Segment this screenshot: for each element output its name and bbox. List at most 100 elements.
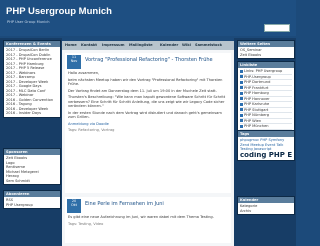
event-link[interactable]: 2016 - Insider Days [6,111,58,116]
link-icon [240,91,243,95]
links-box: Linkliste Links: PHP Usergroup PHP-Usergr… [237,61,295,137]
event-link-label: 2016 - Insider Days [6,111,42,115]
link-icon [240,108,243,111]
links-list: Links: PHP Usergroup PHP-Usergroup PHP Dor… [238,68,294,136]
link-icon [240,97,243,100]
event-link-label: 2017 - Barcamp [6,75,35,79]
tag-link[interactable]: Javascript [254,147,272,151]
page-link[interactable]: Zeit Ebooks [240,53,292,58]
page-link-label: OS_Seminar [240,48,262,52]
sponsor-link-label: Zeit Ebooks [6,156,28,160]
events-box: Konferenzen & Events 2017 - DrupalCon Be… [3,40,61,118]
blogroll-link-label: PHP München [244,124,269,128]
blogroll-link-label: PHP Karlsruhe [244,102,270,106]
subscribe-link[interactable]: PHP Usergroup [6,203,58,208]
nav-home[interactable]: Home [65,43,77,47]
tag-link[interactable]: Talk [276,143,283,147]
blogroll-link-label: PHP Dortmund [244,80,271,84]
main-nav: Home Kontakt Impressum Mailingliste Kale… [62,41,234,50]
tag-link[interactable]: Symfony [268,138,284,142]
post-link[interactable]: Anmeldung via Doodle [68,122,228,127]
blogroll-link-label: PHP Wien [244,118,262,123]
sponsor-link-label: Logo [6,160,15,165]
tag-link[interactable]: Testing [240,147,254,151]
main-content: 11 Nov Vortrag "Professional Refactoring… [62,50,234,246]
nav-impressum[interactable]: Impressum [102,43,124,47]
link-icon [240,119,243,122]
sponsor-link[interactable]: Sem Schmidt [6,179,58,184]
post-title[interactable]: Eine Perle im Fernsehen im Juni [85,201,164,207]
subscribe-link-label: PHP Usergroup [6,202,33,207]
link-icon [240,113,243,117]
calendar-box: Kalender Kategorie Archiv [237,196,295,215]
blogroll-link-label: PHP Nürnberg [244,113,270,117]
event-link-label: 2017 - PHP 5 Release [6,66,45,70]
link-icon [240,102,243,106]
sponsors-list: Zeit Ebooks Logo Rentiseme Michael Metzgere… [4,155,60,184]
tag-link[interactable]: Meetup [250,143,265,147]
event-link-label: 2016 - Golden Convention [6,97,54,102]
blogroll-link-label: PHP Stuttgart [244,107,269,112]
event-link-label: 2016 - Developer Week [6,106,49,111]
events-list: 2017 - DrupalCon Berlin 2017 - DrupalCon … [4,47,60,117]
event-link-label: 2017 - Webinars [6,70,36,75]
event-link-label: 2016 - Tagung [6,102,32,106]
right-sidebar: Weitere Seiten OS_Seminar Zeit Ebooks Lin… [234,38,296,246]
search-input[interactable] [264,24,290,32]
left-sidebar: Konferenzen & Events 2017 - DrupalCon Be… [0,38,62,246]
post-body: Hallo zusammen, beim nächsten Meetup hab… [68,71,228,135]
tag-link[interactable]: phpugmuc [240,138,260,142]
nav-sammelstock[interactable]: Sammelstock [195,43,222,47]
nav-kontakt[interactable]: Kontakt [81,43,97,47]
tag-link[interactable]: Event [265,143,276,147]
calendar-link-label: Archiv [240,208,252,213]
blogroll-link-label: PHP Frankfurt [244,85,269,90]
page: PHP Usergroup Munich PHP User Group Muni… [0,0,296,246]
blogroll-link-label: PHP Hannover [244,96,270,101]
blogroll-link-label: PHP-Usergroup [244,74,271,79]
sponsor-link-label: Herzog [6,174,19,178]
tag-highlight[interactable]: coding PHP Event [240,152,292,159]
post-date: 20 Okt [67,199,81,213]
blogroll-link-label: Links: PHP Usergroup [244,69,283,73]
calendar-link-label: Kategorie [240,204,258,208]
post-1: 11 Nov Vortrag "Professional Refactoring… [65,53,231,193]
subscribe-box: Abonnieren RSS PHP Usergroup [3,190,61,209]
tags-box: Tags phpugmuc PHP Symfony Zend Meetup Ev… [237,130,295,161]
nav-wiki[interactable]: Wiki [182,43,191,47]
post-date: 11 Nov [67,55,81,69]
event-link-label: 2017 - MLC Data Conf [6,88,46,93]
pages-box: Weitere Seiten OS_Seminar Zeit Ebooks [237,40,295,59]
nav-mailingliste[interactable]: Mailingliste [129,43,153,47]
tag-cloud: phpugmuc PHP Symfony Zend Meetup Event T… [238,137,294,160]
event-link-label: 2017 - DrupalCon Dublin [6,52,51,57]
link-icon [240,75,243,78]
event-link-label: 2017 - Webinar [6,93,34,97]
site-header: PHP Usergroup Munich PHP User Group Muni… [0,0,296,36]
event-link-label: 2017 - Developer Week [6,79,49,84]
event-link-label: 2017 - DrupalCon Berlin [6,48,50,52]
tag-link[interactable]: Zend [240,143,250,147]
blogroll-link-label: PHP Hamburg [244,91,269,95]
site-title[interactable]: PHP Usergroup Munich [6,6,112,17]
site-subtitle: PHP User Group Munich [7,20,50,24]
event-link-label: 2017 - Google Days [6,84,42,88]
link-icon [240,80,243,84]
sponsor-link-label: Sem Schmidt [6,178,30,183]
subscribe-list: RSS PHP Usergroup [4,197,60,208]
calendar-list: Kategorie Archiv [238,203,294,214]
link-icon [240,69,243,73]
event-link-label: 2017 - PHP Hamburg [6,61,44,66]
page-link-label: Zeit Ebooks [240,52,262,57]
sponsors-box: Sponsoren Zeit Ebooks Logo Rentiseme Michae… [3,148,61,185]
calendar-link[interactable]: Archiv [240,209,292,214]
post-tags: Tags: Refactoring, Vortrag [68,128,115,132]
sponsor-link-label: Michael Metzgerei [6,169,39,174]
nav-kalender[interactable]: Kalender [160,43,178,47]
link-icon [240,124,243,128]
post-2: 20 Okt Eine Perle im Fernsehen im Juni E… [65,197,231,243]
sponsor-link-label: Rentiseme [6,165,26,169]
post-title[interactable]: Vortrag "Professional Refactoring" - Tho… [85,57,213,63]
post-body: Es gibt eine neue Aufzeichnung im Juni, … [68,215,228,228]
link-icon [240,86,243,89]
